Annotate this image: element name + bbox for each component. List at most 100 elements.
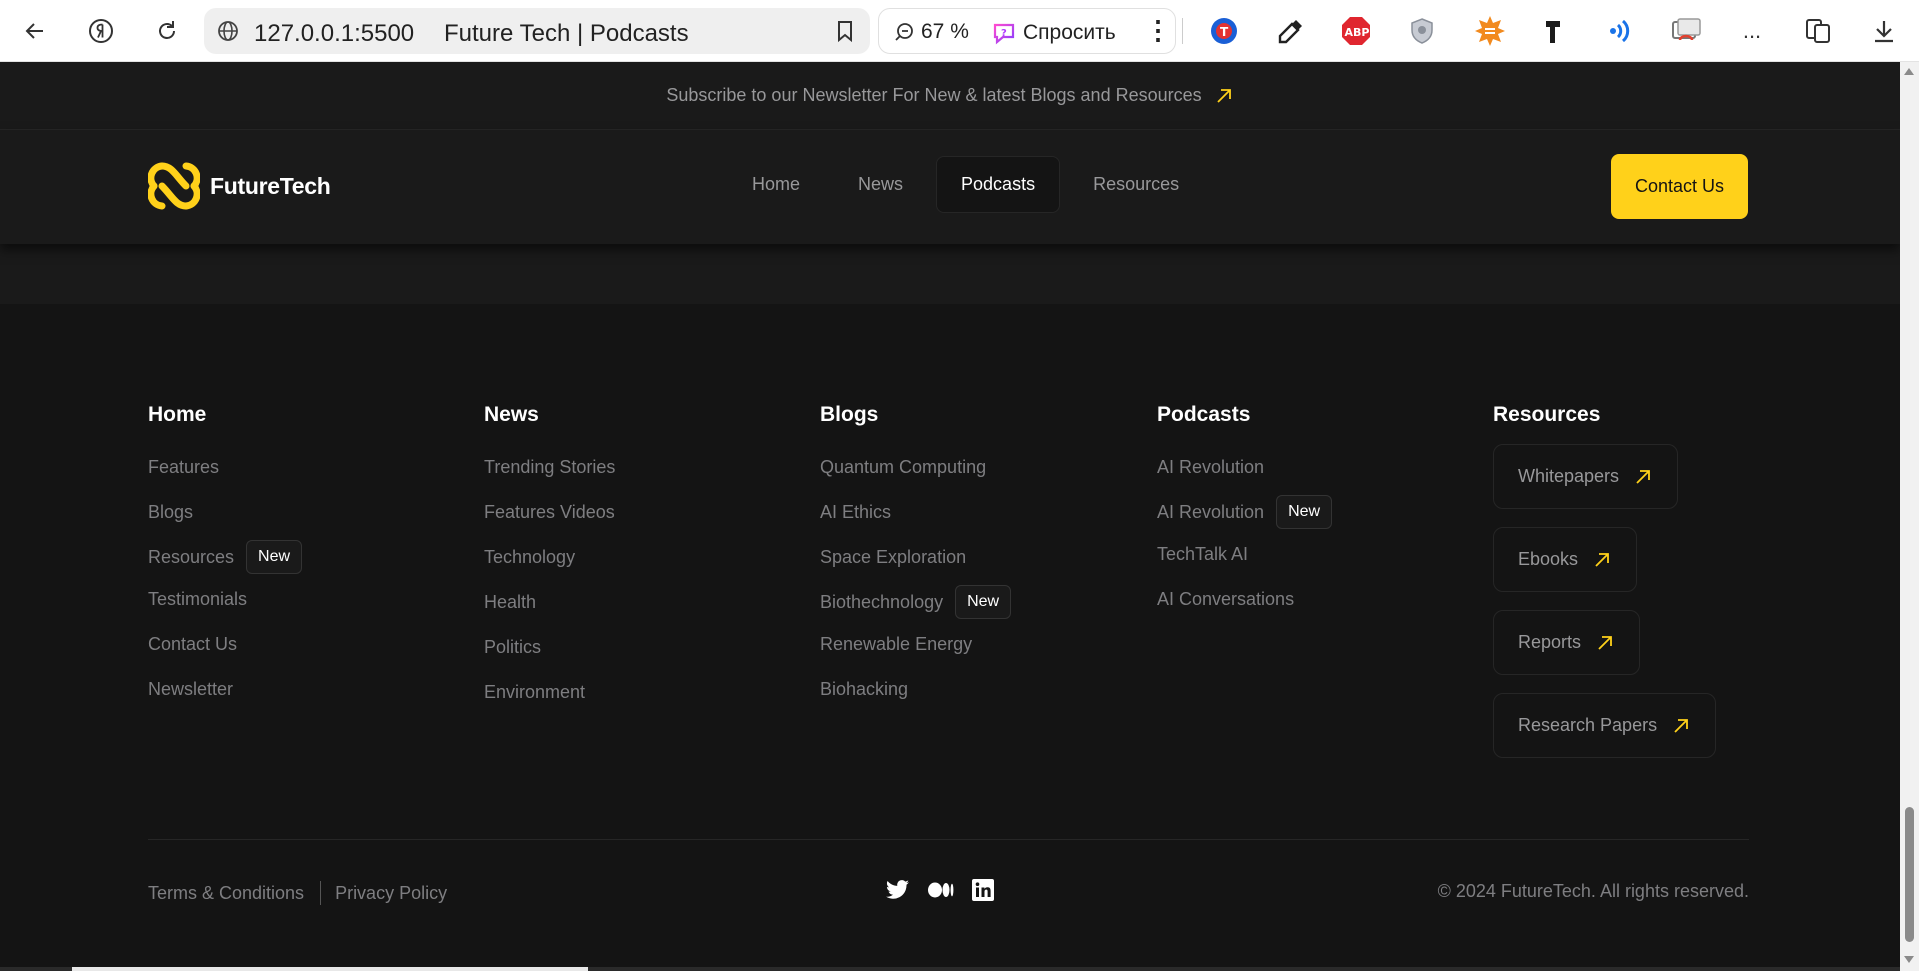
- footer-column-resources: Resources Whitepapers Ebooks Reports Res…: [1493, 403, 1717, 758]
- footer-link[interactable]: AI Conversations: [1157, 587, 1332, 611]
- address-bar[interactable]: 127.0.0.1:5500 Future Tech | Podcasts: [204, 8, 870, 54]
- page-viewport: Subscribe to our Newsletter For New & la…: [0, 62, 1900, 971]
- resource-label: Ebooks: [1518, 549, 1579, 569]
- footer-link[interactable]: AI Revolution: [1157, 455, 1332, 479]
- nav-link-resources[interactable]: Resources: [1068, 156, 1204, 213]
- svg-text:T: T: [1220, 25, 1229, 39]
- nav-link-news[interactable]: News: [833, 156, 928, 213]
- footer-column-title: Resources: [1493, 403, 1601, 426]
- footer-divider: [148, 839, 1749, 840]
- footer-link-label: Testimonials: [148, 588, 248, 609]
- footer-link[interactable]: Blogs: [148, 500, 302, 524]
- footer-link[interactable]: Contact Us: [148, 632, 302, 656]
- t-extension-icon[interactable]: [1536, 13, 1572, 49]
- footer-link[interactable]: Resources New: [148, 538, 303, 576]
- newsletter-banner[interactable]: Subscribe to our Newsletter For New & la…: [0, 62, 1900, 130]
- reload-icon: [159, 21, 175, 39]
- resource-label: Reports: [1518, 632, 1582, 652]
- footer-link[interactable]: Testimonials: [148, 587, 302, 611]
- menu-dots-icon[interactable]: ⋮: [1145, 17, 1171, 43]
- footer-link[interactable]: Health: [484, 590, 615, 614]
- footer-link-label: Biohacking: [820, 678, 909, 699]
- footer-link[interactable]: AI Ethics: [820, 500, 1011, 524]
- footer-link[interactable]: Space Exploration: [820, 545, 1011, 569]
- legal-separator: [320, 881, 322, 905]
- yandex-button[interactable]: [82, 12, 120, 50]
- footer-link[interactable]: Biohacking: [820, 677, 1011, 701]
- bookmark-icon[interactable]: [834, 19, 856, 43]
- download-icon[interactable]: [1866, 13, 1902, 49]
- adblock-extension-icon[interactable]: ABP: [1338, 13, 1374, 49]
- taskbar-active-segment: [72, 967, 588, 971]
- ask-button[interactable]: ? Спросить: [991, 20, 1116, 46]
- shield-extension-icon[interactable]: [1404, 13, 1440, 49]
- footer-link[interactable]: Features Videos: [484, 500, 615, 524]
- footer-link[interactable]: Biothechnology New: [820, 583, 1012, 621]
- nav-link-home[interactable]: Home: [727, 156, 825, 213]
- collections-icon[interactable]: [1800, 13, 1836, 49]
- new-badge: New: [955, 585, 1012, 619]
- footer-link[interactable]: Features: [148, 455, 302, 479]
- whitepapers-button[interactable]: Whitepapers: [1493, 444, 1679, 509]
- medium-icon[interactable]: [928, 882, 954, 898]
- arrow-up-right-icon: [1595, 552, 1609, 567]
- footer-link-label: Resources: [148, 546, 235, 567]
- footer-link-label: Blogs: [148, 501, 194, 522]
- privacy-link[interactable]: Privacy Policy: [335, 883, 447, 904]
- eyedropper-extension-icon[interactable]: [1273, 13, 1309, 49]
- scrollbar-thumb[interactable]: [1905, 807, 1914, 942]
- scroll-down-icon[interactable]: [1904, 956, 1914, 963]
- footer-link-label: Renewable Energy: [820, 633, 973, 654]
- footer-link[interactable]: AI Revolution New: [1157, 493, 1333, 531]
- social-links: [886, 879, 994, 901]
- zoom-level: 67 %: [921, 20, 969, 43]
- logo[interactable]: FutureTech: [148, 160, 331, 212]
- screen-extension-icon[interactable]: [1668, 13, 1704, 49]
- footer-link[interactable]: Trending Stories: [484, 455, 615, 479]
- research-papers-button[interactable]: Research Papers: [1493, 693, 1717, 758]
- contact-us-button[interactable]: Contact Us: [1611, 154, 1748, 219]
- page-scrollbar[interactable]: [1900, 62, 1919, 971]
- footer-link[interactable]: Technology: [484, 545, 615, 569]
- zoom-indicator[interactable]: 67 %: [893, 20, 969, 44]
- footer-link-label: AI Conversations: [1157, 588, 1295, 609]
- footer-link-label: Health: [484, 591, 537, 612]
- arrow-left-icon: [25, 23, 43, 39]
- page-title-text: Future Tech | Podcasts: [444, 20, 689, 47]
- ask-label: Спросить: [1023, 21, 1116, 44]
- nav-link-podcasts[interactable]: Podcasts: [936, 156, 1061, 213]
- arrow-up-right-icon: [1216, 88, 1231, 103]
- footer-link[interactable]: Environment: [484, 680, 615, 704]
- back-button[interactable]: [16, 12, 54, 50]
- resource-label: Research Papers: [1518, 715, 1658, 735]
- wireless-extension-icon[interactable]: [1602, 13, 1638, 49]
- reload-button[interactable]: [148, 12, 186, 50]
- footer-column-news: News Trending Stories Features Videos Te…: [484, 403, 615, 704]
- zoom-ask-group: 67 % ? Спросить ⋮: [878, 8, 1176, 54]
- more-extensions-icon[interactable]: ...: [1734, 13, 1770, 49]
- footer-link[interactable]: TechTalk AI: [1157, 542, 1332, 566]
- scroll-up-icon[interactable]: [1904, 68, 1914, 75]
- footer-link-label: Trending Stories: [484, 456, 616, 477]
- footer-link-label: TechTalk AI: [1157, 543, 1249, 564]
- linkedin-icon[interactable]: [972, 879, 994, 901]
- ebooks-button[interactable]: Ebooks: [1493, 527, 1638, 592]
- footer-link[interactable]: Politics: [484, 635, 615, 659]
- footer-link-label: Technology: [484, 546, 576, 567]
- footer-link[interactable]: Quantum Computing: [820, 455, 1011, 479]
- reports-button[interactable]: Reports: [1493, 610, 1641, 675]
- svg-text:ABP: ABP: [1345, 26, 1370, 39]
- footer-column-title: News: [484, 403, 539, 426]
- sun-extension-icon[interactable]: [1472, 13, 1508, 49]
- footer-link-label: Contact Us: [148, 633, 238, 654]
- site-footer: Home Features Blogs Resources New Testimo…: [0, 319, 1900, 971]
- terms-link[interactable]: Terms & Conditions: [148, 883, 304, 904]
- copyright-text: © 2024 FutureTech. All rights reserved.: [1437, 881, 1749, 901]
- footer-column-title: Blogs: [820, 403, 879, 426]
- footer-link[interactable]: Newsletter: [148, 677, 302, 701]
- footer-link[interactable]: Renewable Energy: [820, 632, 1011, 656]
- browser-toolbar: 127.0.0.1:5500 Future Tech | Podcasts 67…: [0, 0, 1919, 62]
- twitter-icon[interactable]: [886, 879, 910, 901]
- translate-extension-icon[interactable]: T: [1206, 13, 1242, 49]
- futuretech-logo-icon: [148, 162, 200, 210]
